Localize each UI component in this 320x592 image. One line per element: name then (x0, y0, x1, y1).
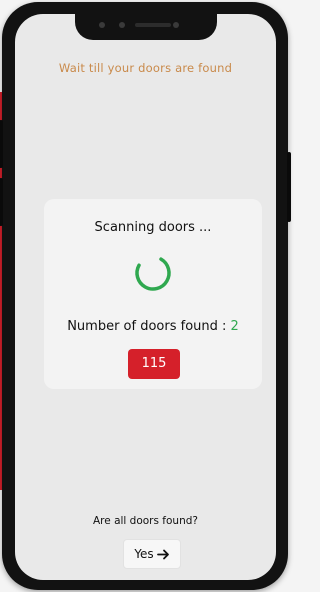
scan-title: Scanning doors ... (94, 220, 212, 235)
phone-notch (74, 14, 217, 40)
loading-spinner-icon (135, 255, 171, 291)
door-number-badge: 115 (128, 349, 180, 379)
doors-found-label: Number of doors found : (67, 319, 227, 334)
yes-button[interactable]: Yes (123, 539, 181, 569)
confirm-question: Are all doors found? (93, 515, 198, 527)
app-screen: Wait till your doors are found Scanning … (15, 14, 276, 580)
doors-found-row: Number of doors found : 2 (44, 319, 262, 334)
arrow-right-icon (156, 549, 169, 559)
yes-button-label: Yes (134, 547, 154, 561)
instruction-text: Wait till your doors are found (58, 61, 233, 75)
phone-frame: Wait till your doors are found Scanning … (0, 2, 291, 590)
scan-card: Scanning doors ... Number of doors found… (44, 199, 262, 389)
volume-down-button (0, 178, 3, 226)
power-button (287, 152, 291, 222)
volume-up-button (0, 120, 3, 168)
doors-found-count: 2 (230, 319, 239, 334)
